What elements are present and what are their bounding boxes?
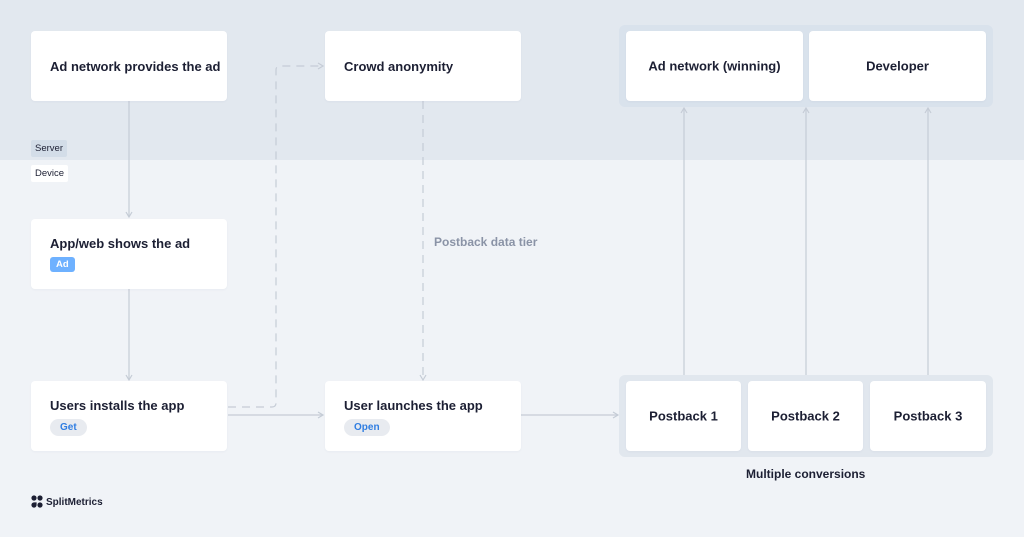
- node-user-installs-title: Users installs the app: [50, 398, 185, 413]
- node-user-launches: User launches the app Open: [325, 381, 521, 451]
- get-button[interactable]: Get: [50, 419, 87, 436]
- node-crowd-anonymity-title: Crowd anonymity: [344, 59, 454, 74]
- node-ad-network: Ad network provides the ad: [31, 31, 227, 101]
- node-postback-1: Postback 1: [626, 381, 741, 451]
- multiple-conversions-caption: Multiple conversions: [746, 467, 866, 481]
- splitmetrics-logo: SplitMetrics: [31, 495, 103, 509]
- postback-tier-annotation: Postback data tier: [434, 235, 538, 249]
- device-zone-label: Device: [31, 165, 69, 182]
- splitmetrics-logo-text: SplitMetrics: [46, 496, 103, 508]
- dashed-arrow-install-to-crowd: [228, 62, 325, 408]
- node-postback-1-title: Postback 1: [649, 408, 718, 424]
- ad-badge: Ad: [50, 257, 75, 272]
- node-postback-2-title: Postback 2: [771, 408, 840, 424]
- node-postback-2: Postback 2: [748, 381, 863, 451]
- node-receiver-ad-network-title: Ad network (winning): [648, 58, 781, 74]
- node-receiver-developer: Developer: [809, 31, 986, 101]
- node-postback-3: Postback 3: [870, 381, 986, 451]
- node-user-installs: Users installs the app Get: [31, 381, 227, 451]
- node-receiver-ad-network: Ad network (winning): [626, 31, 803, 101]
- node-receiver-developer-title: Developer: [866, 58, 929, 74]
- open-button[interactable]: Open: [344, 419, 390, 436]
- node-ad-network-title: Ad network provides the ad: [50, 59, 221, 74]
- node-app-web: App/web shows the ad Ad: [31, 219, 227, 289]
- node-crowd-anonymity: Crowd anonymity: [325, 31, 521, 101]
- server-zone-label: Server: [31, 140, 67, 157]
- splitmetrics-logo-icon: [31, 495, 43, 508]
- node-app-web-title: App/web shows the ad: [50, 236, 191, 251]
- node-user-launches-title: User launches the app: [344, 398, 483, 413]
- node-postback-3-title: Postback 3: [893, 408, 963, 424]
